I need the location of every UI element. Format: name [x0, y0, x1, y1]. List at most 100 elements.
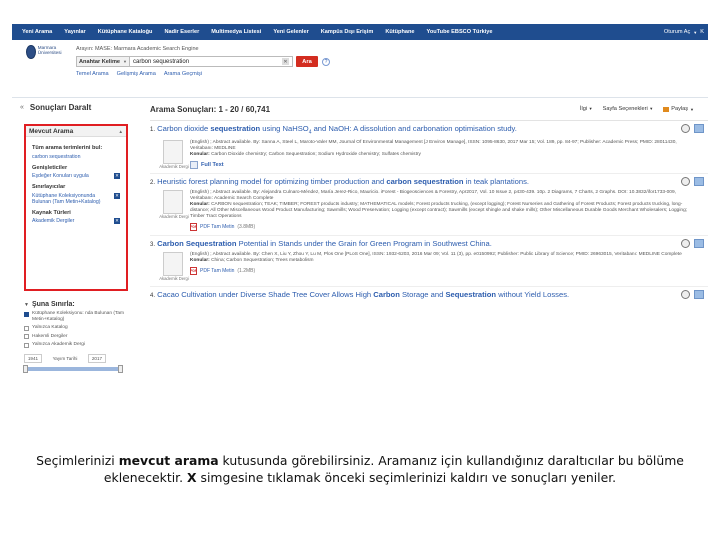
- source-types-heading: Kaynak Türleri: [32, 209, 71, 216]
- limit-option[interactable]: Hakemli Dergiler: [24, 334, 130, 340]
- pdf-full-text-link[interactable]: PDF Tam Metin: [200, 268, 234, 274]
- search-row: Anahtar Kelime ▼ carbon sequestration ✕ …: [76, 56, 330, 67]
- title-part: Storage and: [399, 290, 446, 300]
- caption-line-2: eklenecektir. X simgesine tıklamak öncek…: [20, 469, 700, 486]
- nav-library-catalog[interactable]: Kütüphane Kataloğu: [92, 24, 159, 40]
- document-type-label: Akademik Dergi: [159, 214, 189, 220]
- preview-icon[interactable]: [681, 124, 690, 133]
- results-tools: İlgi ▼ Sayfa Seçenekleri ▼ Paylaş ▼: [580, 106, 708, 112]
- folder-icon[interactable]: K: [700, 29, 704, 35]
- add-to-folder-icon[interactable]: [694, 124, 704, 133]
- checkbox[interactable]: [24, 342, 29, 348]
- subjects-text: Carbon Dioxide chemistry; Carbon Sequest…: [211, 151, 421, 157]
- refine-title: Sonuçları Daralt: [29, 102, 92, 112]
- full-text-icon: [190, 160, 198, 169]
- date-from-input[interactable]: 1941: [24, 353, 42, 363]
- result-separator: [150, 235, 708, 237]
- source-type-link[interactable]: Akademik Dergiler: [32, 218, 74, 224]
- university-logo[interactable]: Marmara Üniversitesi: [26, 45, 66, 97]
- caption-text: kutusunda görebilirsiniz. Aramanız için …: [218, 453, 684, 468]
- result-title-link[interactable]: Carbon Sequestration Potential in Stands…: [157, 239, 492, 248]
- preview-icon[interactable]: [681, 177, 690, 187]
- remove-icon[interactable]: ✕: [114, 218, 120, 225]
- search-button[interactable]: Ara: [296, 56, 318, 67]
- date-slider[interactable]: [23, 364, 123, 373]
- preview-icon[interactable]: [681, 290, 690, 300]
- result-meta: (English) ; Abstract available. By: Sann…: [190, 140, 690, 170]
- database-line[interactable]: Arayın: MASE: Marmara Academic Search En…: [76, 46, 330, 52]
- pdf-size: (3.8MB): [237, 224, 256, 231]
- basic-search-link[interactable]: Temel Arama: [76, 71, 109, 77]
- field-select[interactable]: Anahtar Kelime ▼: [76, 56, 130, 67]
- advanced-search-link[interactable]: Gelişmiş Arama: [117, 71, 156, 77]
- sort-relevance-menu[interactable]: İlgi ▼: [580, 106, 593, 112]
- nav-off-campus[interactable]: Kampüs Dışı Erişim: [315, 24, 380, 40]
- nav-multimedia[interactable]: Multimedya Listesi: [205, 24, 267, 40]
- journal-icon: [163, 139, 183, 164]
- pdf-link-row[interactable]: PDF PDF Tam Metin (1.2MB): [190, 267, 690, 276]
- pdf-full-text-link[interactable]: PDF Tam Metin: [200, 224, 234, 230]
- add-to-folder-icon[interactable]: [694, 290, 704, 300]
- ebsco-screenshot: Yeni Arama Yayınlar Kütüphane Kataloğu N…: [12, 24, 708, 408]
- remove-icon[interactable]: ✕: [114, 173, 120, 180]
- pdf-link-row[interactable]: PDF PDF Tam Metin (3.8MB): [190, 223, 690, 232]
- preview-icon[interactable]: [681, 239, 690, 249]
- document-type-thumb[interactable]: Akademik Dergi: [158, 190, 190, 231]
- document-type-thumb[interactable]: Akademik Dergi: [158, 252, 190, 282]
- limit-to-section: ▼ Şuna Sınırla: Kütüphane Koleksiyonu: n…: [23, 301, 130, 373]
- limit-option[interactable]: Yalnızca Katalog: [24, 325, 130, 331]
- current-search-body: Tüm arama terimlerini bul: carbon seques…: [26, 137, 126, 227]
- remove-icon[interactable]: ✕: [114, 192, 120, 199]
- help-icon[interactable]: ?: [322, 57, 330, 66]
- share-menu[interactable]: Paylaş ▼: [663, 106, 694, 112]
- checkbox-checked[interactable]: [24, 311, 29, 317]
- current-term-link[interactable]: carbon sequestration: [32, 154, 80, 160]
- chevron-down-icon: ▼: [588, 106, 593, 111]
- slider-handle-start[interactable]: [23, 364, 28, 373]
- sort-label: İlgi: [579, 106, 588, 112]
- share-icon: [663, 106, 670, 112]
- limit-option[interactable]: Yalnızca Akademik Dergi: [24, 342, 130, 348]
- chevron-down-icon: ▼: [693, 29, 698, 35]
- result-number: 4.: [150, 293, 156, 300]
- checkbox[interactable]: [24, 334, 29, 340]
- result-title-link[interactable]: Heuristic forest planning model for opti…: [157, 177, 529, 186]
- current-search-header[interactable]: Mevcut Arama ▲: [26, 126, 126, 137]
- share-label: Paylaş: [671, 106, 689, 112]
- limit-option-label: Kütüphane Koleksiyonu: nda Bulunan (Tam …: [32, 311, 125, 322]
- nav-new-search[interactable]: Yeni Arama: [16, 24, 58, 40]
- account-menu[interactable]: Oturum Aç ▼ K: [660, 29, 708, 35]
- result-title-link[interactable]: Cacao Cultivation under Diverse Shade Tr…: [157, 290, 569, 299]
- search-history-link[interactable]: Arama Geçmişi: [164, 71, 202, 77]
- clear-icon[interactable]: ✕: [282, 58, 289, 65]
- expander-link[interactable]: Eşdeğer Konuları uygula: [32, 173, 89, 179]
- limiter-link[interactable]: Kütüphane Koleksiyonunda Bulunan (Tam Me…: [32, 193, 112, 205]
- result-title: 4. Cacao Cultivation under Diverse Shade…: [150, 290, 708, 301]
- document-type-thumb[interactable]: Akademik Dergi: [158, 139, 190, 170]
- add-to-folder-icon[interactable]: [694, 177, 704, 187]
- document-type-label: Akademik Dergi: [159, 163, 189, 169]
- nav-library[interactable]: Kütüphane: [379, 24, 420, 40]
- full-text-link[interactable]: Full Text: [201, 162, 224, 168]
- sign-in-link[interactable]: Oturum Aç: [664, 29, 690, 35]
- result-title-link[interactable]: Carbon dioxide sequestration using NaHSO…: [157, 124, 517, 136]
- nav-youtube[interactable]: YouTube EBSCO Türkiye: [421, 24, 499, 40]
- title-highlight: carbon sequestration: [386, 177, 464, 187]
- slide: Yeni Arama Yayınlar Kütüphane Kataloğu N…: [0, 0, 720, 540]
- page-options-menu[interactable]: Sayfa Seçenekleri ▼: [603, 106, 654, 112]
- result-separator: [150, 286, 708, 288]
- slider-handle-end[interactable]: [118, 364, 123, 373]
- subjects-text: CARBON sequestration; TEAK; TIMBER; FORE…: [190, 202, 688, 220]
- search-input[interactable]: carbon sequestration ✕: [130, 56, 293, 67]
- nav-rare-works[interactable]: Nadir Eserler: [158, 24, 205, 40]
- nav-new-arrivals[interactable]: Yeni Gelenler: [267, 24, 314, 40]
- date-to-input[interactable]: 2017: [88, 353, 106, 363]
- nav-publications[interactable]: Yayınlar: [58, 24, 91, 40]
- result-title: 3. Carbon Sequestration Potential in Sta…: [150, 239, 708, 250]
- checkbox[interactable]: [24, 325, 29, 331]
- full-text-link-row[interactable]: Full Text: [190, 160, 690, 169]
- limit-to-header[interactable]: ▼ Şuna Sınırla:: [24, 301, 130, 308]
- limit-option[interactable]: Kütüphane Koleksiyonu: nda Bulunan (Tam …: [24, 311, 130, 322]
- collapse-icon[interactable]: «: [20, 104, 24, 111]
- add-to-folder-icon[interactable]: [694, 239, 704, 249]
